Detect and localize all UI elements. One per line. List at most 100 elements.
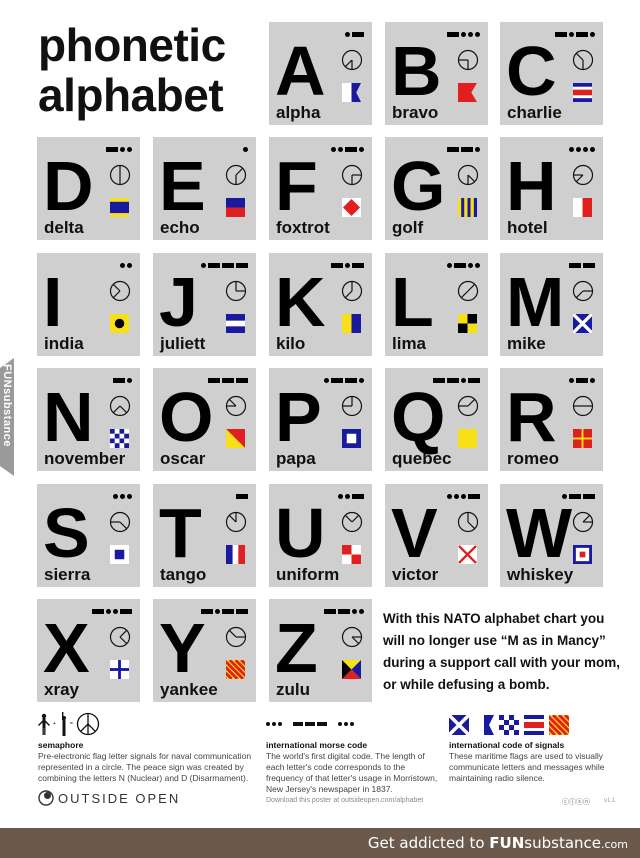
tile-word: delta: [44, 218, 84, 237]
promo-text[interactable]: Get addicted to FUNsubstance.com: [368, 834, 628, 852]
tile-letter: S: [43, 494, 90, 572]
morse-dot: [475, 146, 480, 152]
morse-dash: [236, 493, 248, 499]
letter-tile-y: Yyankee: [153, 599, 279, 702]
tile-letter: G: [391, 147, 446, 225]
signal-flag-papa-icon: [342, 429, 361, 448]
morse-dot: [127, 493, 132, 499]
bottom-promo-bar[interactable]: Get addicted to FUNsubstance.com: [0, 828, 640, 858]
semaphore-icon: [572, 164, 594, 186]
morse-dash: [352, 262, 364, 268]
title-line-2: alphabet: [38, 69, 224, 121]
morse-code-icon: [113, 377, 132, 383]
signal-flag-november-icon: [499, 715, 519, 735]
peace-sign-icon: [76, 712, 100, 736]
semaphore-icon: [341, 49, 363, 71]
signals-description: These maritime flags are used to visuall…: [449, 751, 605, 783]
letter-tile-h: Hhotel: [500, 137, 603, 240]
morse-dash: [120, 608, 132, 614]
tile-word: golf: [392, 218, 424, 237]
signal-flag-india-icon: [110, 314, 129, 333]
tile-word: bravo: [392, 103, 439, 122]
letter-tile-b: Bbravo: [385, 22, 488, 125]
tile-letter: E: [159, 147, 206, 225]
promo-suffix: .com: [601, 838, 628, 851]
tile-word: mike: [507, 334, 546, 353]
outside-open-logo[interactable]: OUTSIDE OPEN: [38, 790, 180, 806]
semaphore-icon: [109, 280, 131, 302]
morse-dash: [345, 146, 357, 152]
morse-code-icon: [201, 608, 248, 614]
download-link[interactable]: Download this poster at outsideopen.com/…: [266, 797, 423, 804]
semaphore-icon: [457, 395, 479, 417]
signal-flag-xray-icon: [110, 660, 129, 679]
morse-dash: [352, 493, 364, 499]
morse-section: international morse code The world's fir…: [266, 740, 442, 795]
semaphore-icon: [225, 395, 247, 417]
tile-letter: W: [506, 494, 573, 572]
morse-dot: [345, 31, 350, 37]
tile-letter: D: [43, 147, 94, 225]
morse-dash: [447, 146, 459, 152]
semaphore-icon: [457, 49, 479, 71]
signals-heading: international code of signals: [449, 740, 565, 750]
letter-tile-w: Wwhiskey: [500, 484, 603, 587]
morse-dash: [338, 608, 350, 614]
letter-tile-d: Ddelta: [37, 137, 140, 240]
tile-word: whiskey: [507, 565, 574, 584]
semaphore-icon: [341, 511, 363, 533]
tile-letter: Z: [275, 609, 318, 687]
signal-flag-mike-icon: [447, 713, 471, 737]
semaphore-figure-n-icon: [38, 713, 50, 735]
tile-letter: V: [391, 494, 438, 572]
tile-word: echo: [160, 218, 200, 237]
tile-letter: N: [43, 378, 94, 456]
morse-dash: [317, 722, 327, 726]
morse-dash: [222, 608, 234, 614]
version-label: v1.1: [604, 798, 616, 804]
tile-letter: J: [159, 263, 198, 341]
morse-dot: [569, 146, 574, 152]
semaphore-icon: [109, 626, 131, 648]
semaphore-description: Pre-electronic flag letter signals for n…: [38, 751, 252, 783]
morse-dash: [236, 262, 248, 268]
morse-dot: [359, 377, 364, 383]
tile-letter: A: [275, 32, 326, 110]
morse-dash: [305, 722, 315, 726]
morse-heading: international morse code: [266, 740, 368, 750]
morse-dot: [461, 493, 466, 499]
signal-flag-sierra-icon: [110, 545, 129, 564]
signal-flag-uniform-icon: [342, 545, 361, 564]
signal-flag-juliett-icon: [226, 314, 245, 333]
signal-flag-echo-icon: [226, 198, 245, 217]
signals-section: international code of signals These mari…: [449, 740, 629, 784]
semaphore-icon: [572, 395, 594, 417]
morse-code-icon: [555, 31, 595, 37]
semaphore-peace-illustration: + =: [38, 712, 100, 736]
morse-dot: [338, 146, 343, 152]
semaphore-icon: [457, 280, 479, 302]
tile-letter: P: [275, 378, 322, 456]
morse-dash: [331, 262, 343, 268]
morse-dot: [475, 262, 480, 268]
letter-tile-r: Rromeo: [500, 368, 603, 471]
tile-letter: M: [506, 263, 565, 341]
tagline: With this NATO alphabet chart you will n…: [383, 611, 621, 692]
tile-word: papa: [276, 449, 316, 468]
signal-flag-delta-icon: [110, 198, 129, 217]
morse-dot: [475, 31, 480, 37]
semaphore-icon: [457, 511, 479, 533]
signal-flag-charlie-icon: [524, 715, 544, 735]
morse-dash: [113, 377, 125, 383]
tile-word: india: [44, 334, 84, 353]
morse-dash: [293, 722, 303, 726]
promo-prefix: Get addicted to: [367, 834, 490, 852]
morse-dash: [468, 493, 480, 499]
morse-dash: [583, 493, 595, 499]
tile-word: uniform: [276, 565, 340, 584]
tile-letter: L: [391, 263, 434, 341]
signal-flag-lima-icon: [458, 314, 477, 333]
morse-dot: [324, 377, 329, 383]
morse-dot: [344, 722, 348, 726]
semaphore-icon: [109, 395, 131, 417]
